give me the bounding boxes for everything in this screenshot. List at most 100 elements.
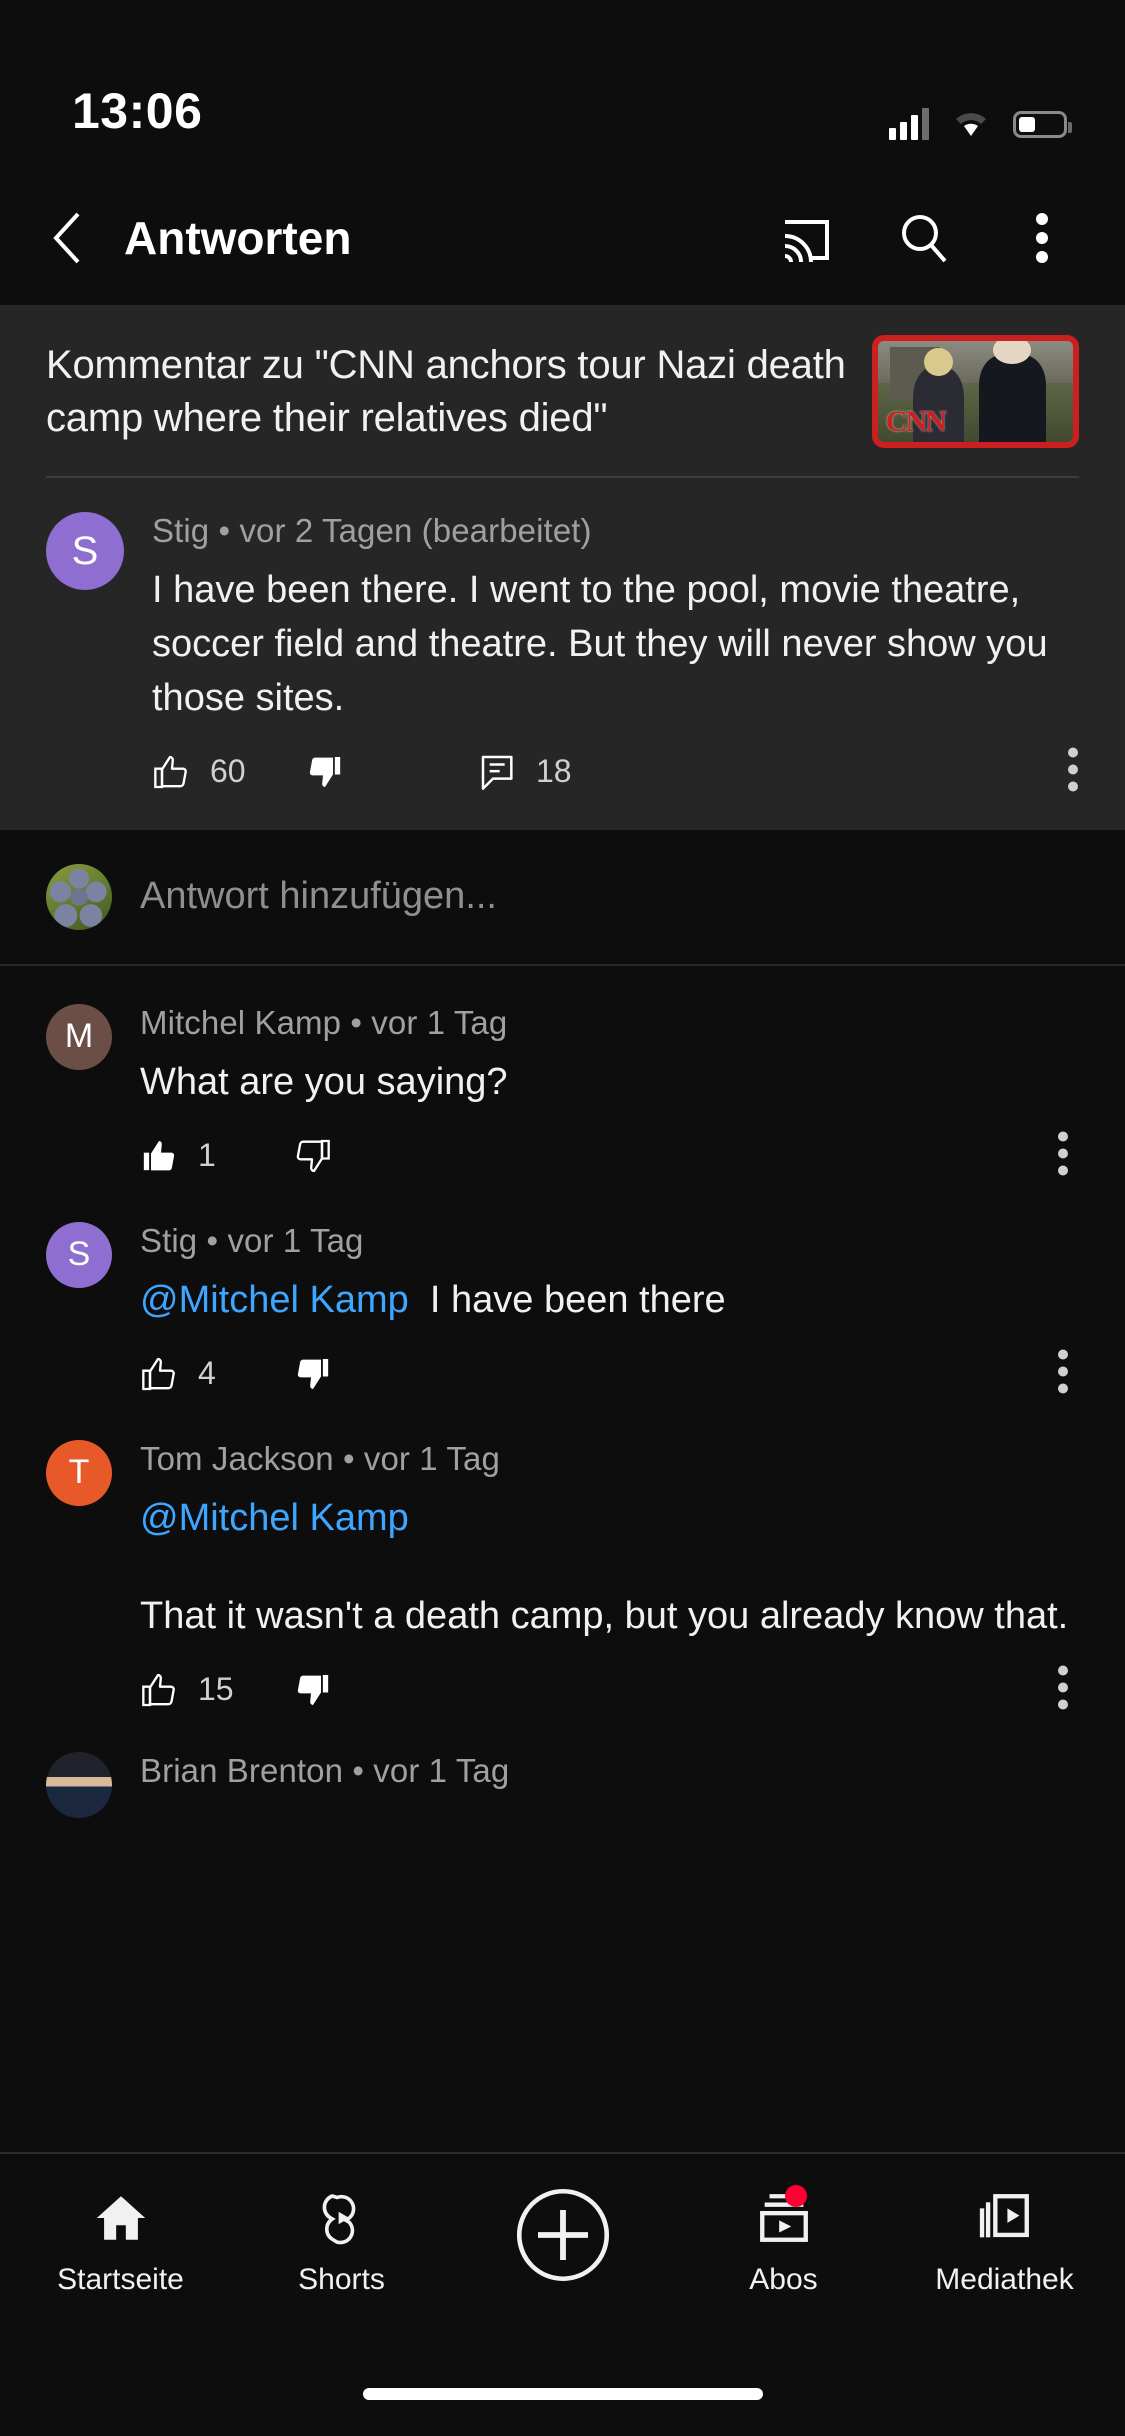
comment-text-body: I have been there	[429, 1278, 726, 1321]
page-title: Antworten	[124, 211, 352, 264]
thumbs-up-outline-icon	[154, 755, 187, 789]
like-button[interactable]: 1	[140, 1136, 236, 1176]
like-count: 1	[198, 1137, 216, 1174]
reply-count: 18	[536, 753, 572, 790]
comment-text: @Mitchel Kamp I have been there	[140, 1274, 1069, 1328]
reply-row: M Mitchel Kamp • vor 1 Tag What are you …	[46, 1003, 1079, 1176]
reply-body: Tom Jackson • vor 1 Tag @Mitchel Kamp Th…	[140, 1440, 1079, 1710]
app-bar: Antworten	[0, 170, 1125, 305]
nav-label: Shorts	[298, 2263, 385, 2296]
like-button[interactable]: 4	[140, 1354, 236, 1394]
reply-body: Mitchel Kamp • vor 1 Tag What are you sa…	[140, 1004, 1079, 1176]
reply-body: Stig • vor 1 Tag @Mitchel Kamp I have be…	[140, 1222, 1079, 1394]
reply-count-button[interactable]: 18	[478, 752, 574, 792]
home-icon	[92, 2187, 150, 2249]
reply-row: S Stig • vor 1 Tag @Mitchel Kamp I have …	[46, 1221, 1079, 1394]
home-indicator[interactable]	[362, 2388, 763, 2400]
more-vertical-icon	[1058, 1665, 1068, 1710]
comment-overflow-button[interactable]	[1057, 1130, 1069, 1181]
thumbs-down-filled-icon	[309, 756, 341, 787]
avatar[interactable]: S	[46, 512, 124, 590]
thumbs-up-outline-icon	[142, 1357, 175, 1390]
more-vertical-icon	[1068, 747, 1078, 792]
avatar[interactable]: M	[46, 1003, 112, 1070]
nav-item-shorts[interactable]: Shorts	[242, 2187, 442, 2297]
like-count: 4	[198, 1355, 216, 1392]
thumbs-down-filled-icon	[297, 1674, 329, 1705]
status-icons	[889, 108, 1072, 140]
comment-overflow-button[interactable]	[1057, 1348, 1069, 1399]
cellular-signal-icon	[889, 108, 929, 140]
avatar[interactable]: T	[46, 1439, 112, 1506]
status-bar: 13:06	[0, 0, 1125, 170]
parent-comment-body: Stig • vor 2 Tagen (bearbeitet) I have b…	[152, 512, 1079, 792]
like-count: 60	[210, 753, 246, 790]
user-avatar-flower[interactable]	[46, 863, 112, 930]
overflow-menu-button[interactable]	[1011, 207, 1073, 269]
list-item: Brian Brenton • vor 1 Tag	[46, 1718, 1079, 1826]
reply-composer[interactable]: Antwort hinzufügen...	[0, 829, 1125, 966]
thumbs-down-outline-icon	[296, 1139, 330, 1172]
video-title: Kommentar zu "CNN anchors tour Nazi deat…	[46, 343, 846, 440]
like-button[interactable]: 60	[152, 752, 248, 792]
thumbs-up-outline-icon	[142, 1673, 175, 1706]
nav-item-create[interactable]	[463, 2185, 663, 2299]
nav-item-startseite[interactable]: Startseite	[21, 2187, 221, 2297]
comment-meta: Brian Brenton • vor 1 Tag	[140, 1751, 510, 1789]
more-vertical-icon	[1058, 1131, 1068, 1176]
reply-body: Brian Brenton • vor 1 Tag	[140, 1752, 1079, 1818]
avatar[interactable]	[46, 1751, 112, 1818]
comment-overflow-button[interactable]	[1067, 746, 1079, 797]
back-chevron-icon	[53, 212, 80, 263]
video-context-row: Kommentar zu "CNN anchors tour Nazi deat…	[46, 335, 1079, 476]
shorts-icon	[313, 2187, 371, 2249]
comment-actions: 1	[140, 1131, 1069, 1176]
comment-overflow-button[interactable]	[1057, 1664, 1069, 1715]
mention-link[interactable]: @Mitchel Kamp	[140, 1497, 409, 1539]
subscriptions-icon	[755, 2185, 813, 2249]
mention-link[interactable]: @Mitchel Kamp	[140, 1279, 409, 1321]
notification-badge	[784, 2185, 807, 2207]
library-icon	[976, 2187, 1034, 2249]
like-button[interactable]: 15	[140, 1670, 236, 1710]
nav-label: Abos	[749, 2263, 818, 2296]
comment-text: What are you saying?	[140, 1060, 508, 1103]
like-count: 15	[198, 1671, 234, 1708]
dislike-button[interactable]	[292, 1670, 388, 1710]
comment-text: I have been there. I went to the pool, m…	[152, 569, 1048, 719]
comment-meta: Stig • vor 2 Tagen (bearbeitet)	[152, 512, 592, 549]
nav-label: Mediathek	[935, 2263, 1074, 2296]
dislike-button[interactable]	[292, 1136, 388, 1176]
search-icon	[902, 214, 947, 262]
nav-label: Startseite	[57, 2263, 184, 2296]
create-plus-icon	[513, 2185, 613, 2285]
battery-icon	[1013, 110, 1072, 138]
parent-comment: S Stig • vor 2 Tagen (bearbeitet) I have…	[0, 478, 1125, 830]
replies-list: M Mitchel Kamp • vor 1 Tag What are you …	[0, 966, 1125, 1826]
list-item: M Mitchel Kamp • vor 1 Tag What are you …	[46, 966, 1079, 1184]
search-button[interactable]	[893, 207, 955, 269]
comment-text: @Mitchel Kamp That it wasn't a death cam…	[140, 1492, 1069, 1644]
cast-icon	[784, 219, 829, 262]
cast-button[interactable]	[775, 207, 837, 269]
comment-meta: Mitchel Kamp • vor 1 Tag	[140, 1003, 508, 1041]
list-item: T Tom Jackson • vor 1 Tag @Mitchel Kamp …	[46, 1402, 1079, 1718]
dislike-button[interactable]	[304, 752, 400, 792]
comment-actions: 60 18	[152, 747, 1079, 792]
comment-actions: 15	[140, 1665, 1069, 1710]
dislike-button[interactable]	[292, 1354, 388, 1394]
video-context-header[interactable]: Kommentar zu "CNN anchors tour Nazi deat…	[0, 305, 1125, 478]
comment-actions: 4	[140, 1349, 1069, 1394]
comment-text-body: That it wasn't a death camp, but you alr…	[140, 1594, 1069, 1637]
video-thumbnail[interactable]: CNN	[872, 335, 1079, 448]
wifi-icon	[956, 113, 986, 136]
nav-item-abos[interactable]: Abos	[684, 2185, 884, 2297]
list-item: S Stig • vor 1 Tag @Mitchel Kamp I have …	[46, 1184, 1079, 1402]
youtube-replies-screen: 13:06 Antworten Kommentar zu "CNN anchor…	[0, 0, 1125, 2436]
nav-item-mediathek[interactable]: Mediathek	[905, 2187, 1105, 2297]
reply-input[interactable]: Antwort hinzufügen...	[140, 875, 497, 918]
back-button[interactable]	[30, 198, 110, 278]
status-clock: 13:06	[72, 83, 203, 139]
avatar[interactable]: S	[46, 1221, 112, 1288]
comment-bubble-icon	[481, 755, 513, 790]
